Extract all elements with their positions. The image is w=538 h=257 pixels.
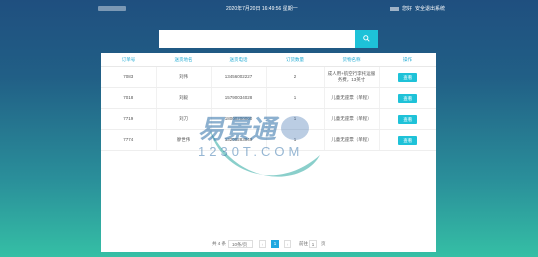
greeting-text: 您好 xyxy=(402,6,413,12)
goods-name: 成人用+航空行李托运服务费，13英寸 xyxy=(324,66,380,88)
top-bar: 2020年7月20日 16:49:56 星期一 您好 安全退出系统 xyxy=(0,0,538,16)
order-qty: 1 xyxy=(266,129,325,151)
order-qty: 2 xyxy=(266,66,325,88)
logo xyxy=(98,6,126,11)
orders-table: 订单号 送货地名 送货电话 订货数量 货物名称 操作 7083 刘伟 13456… xyxy=(101,53,436,151)
table-row: 7018 刘毅 15790034028 1 儿童无座票（单程） 查看 xyxy=(101,87,436,109)
table-row: 7774 廖世伟 13200283049 1 儿童无座票（单程） 查看 xyxy=(101,129,436,151)
customer-name: 廖世伟 xyxy=(156,129,212,151)
view-button[interactable]: 查看 xyxy=(398,114,418,124)
order-number: 7774 xyxy=(101,129,157,151)
table-row: 7083 刘伟 13456002227 2 成人用+航空行李托运服务费，13英寸… xyxy=(101,66,436,88)
column-header-goods: 货物名称 xyxy=(324,53,379,67)
page-suffix: 页 xyxy=(321,241,326,246)
username xyxy=(390,6,399,11)
search-icon xyxy=(363,34,370,42)
logout-link[interactable]: 安全退出系统 xyxy=(415,6,445,12)
order-number: 7719 xyxy=(101,108,157,130)
pagination: 共 4 条 10条/页 ‹ 1 › 前往 1 页 xyxy=(101,240,436,250)
view-button[interactable]: 查看 xyxy=(398,72,418,82)
search-bar xyxy=(159,30,378,48)
goods-name: 儿童无座票（单程） xyxy=(324,87,380,109)
column-header-name: 送货地名 xyxy=(156,53,211,67)
current-page-button[interactable]: 1 xyxy=(271,240,279,248)
next-page-button[interactable]: › xyxy=(284,240,291,248)
goto-page-input[interactable]: 1 xyxy=(309,240,317,248)
view-button[interactable]: 查看 xyxy=(398,93,418,103)
table-row: 7719 刘刀 18000200000 1 儿童无座票（单程） 查看 xyxy=(101,108,436,130)
datetime-display: 2020年7月20日 16:49:56 星期一 xyxy=(226,6,298,12)
column-header-action: 操作 xyxy=(379,53,436,67)
order-qty: 1 xyxy=(266,87,325,109)
goods-name: 儿童无座票（单程） xyxy=(324,108,380,130)
table-header-row: 订单号 送货地名 送货电话 订货数量 货物名称 操作 xyxy=(101,53,436,67)
orders-panel: 订单号 送货地名 送货电话 订货数量 货物名称 操作 7083 刘伟 13456… xyxy=(101,53,436,252)
column-header-qty: 订货数量 xyxy=(266,53,324,67)
customer-phone: 18000200000 xyxy=(211,108,267,130)
user-area: 您好 安全退出系统 xyxy=(390,5,445,12)
search-input[interactable] xyxy=(159,30,355,48)
search-button[interactable] xyxy=(355,30,378,48)
customer-name: 刘刀 xyxy=(156,108,212,130)
column-header-phone: 送货电话 xyxy=(211,53,266,67)
customer-phone: 15790034028 xyxy=(211,87,267,109)
total-count: 共 4 条 xyxy=(212,241,227,246)
goods-name: 儿童无座票（单程） xyxy=(324,129,380,151)
page-size-select[interactable]: 10条/页 xyxy=(228,240,253,248)
order-number: 7083 xyxy=(101,66,157,88)
goto-label: 前往 xyxy=(299,241,308,246)
customer-name: 刘伟 xyxy=(156,66,212,88)
order-number: 7018 xyxy=(101,87,157,109)
prev-page-button[interactable]: ‹ xyxy=(259,240,266,248)
customer-phone: 13456002227 xyxy=(211,66,267,88)
column-header-order: 订单号 xyxy=(101,53,156,67)
customer-phone: 13200283049 xyxy=(211,129,267,151)
view-button[interactable]: 查看 xyxy=(398,135,418,145)
customer-name: 刘毅 xyxy=(156,87,212,109)
order-qty: 1 xyxy=(266,108,325,130)
